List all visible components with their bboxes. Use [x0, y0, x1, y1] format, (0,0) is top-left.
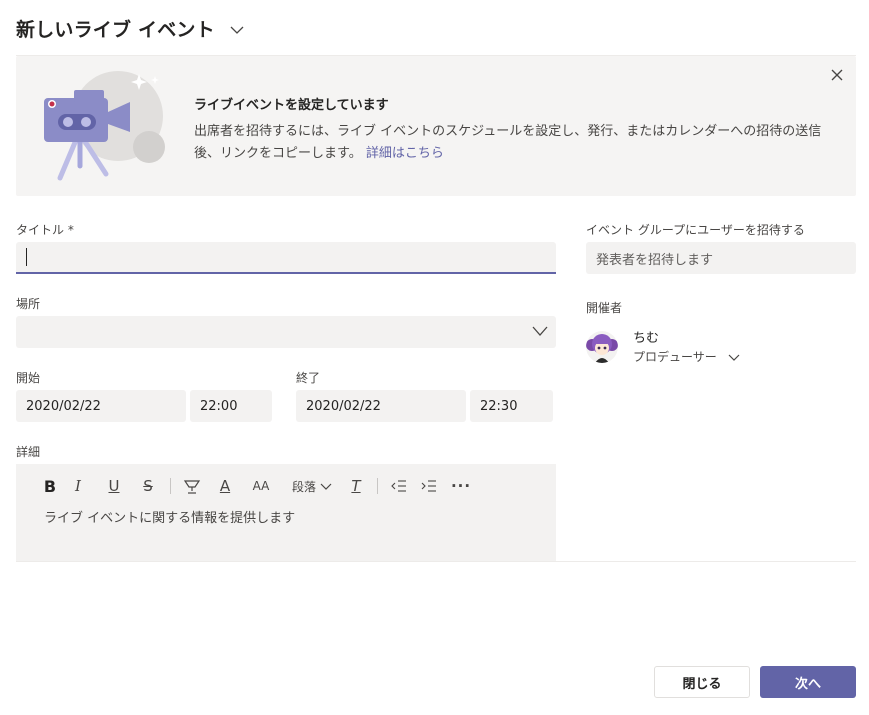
decrease-indent-button[interactable] [384, 475, 414, 497]
start-date-input[interactable]: 2020/02/22 [16, 390, 186, 422]
start-date-value: 2020/02/22 [26, 398, 101, 414]
chevron-down-icon [728, 354, 740, 361]
next-button[interactable]: 次へ [760, 666, 856, 698]
chevron-down-icon [532, 326, 548, 336]
end-label: 終了 [296, 371, 321, 385]
chevron-down-icon [320, 483, 332, 490]
invite-placeholder: 発表者を招待します [596, 252, 714, 268]
info-banner: ライブイベントを設定しています 出席者を招待するには、ライブ イベントのスケジュ… [16, 56, 856, 196]
underline-button[interactable]: U [96, 475, 132, 497]
dialog-title: 新しいライブ イベント [16, 18, 215, 41]
end-date-value: 2020/02/22 [306, 398, 381, 414]
close-button[interactable]: 閉じる [654, 666, 750, 698]
invite-presenters-input[interactable]: 発表者を招待します [586, 242, 856, 274]
organizer-role-dropdown[interactable]: プロデューサー [633, 348, 741, 365]
bold-button[interactable]: B [40, 475, 60, 497]
location-dropdown[interactable] [16, 316, 556, 348]
format-toolbar: B I U S A AA 段落 T ··· [40, 475, 478, 497]
text-cursor [26, 248, 27, 266]
end-date-input[interactable]: 2020/02/22 [296, 390, 466, 422]
title-input[interactable] [16, 242, 556, 274]
organizer-role: プロデューサー [633, 350, 717, 364]
form-divider [16, 561, 856, 562]
highlighter-icon [183, 480, 201, 494]
details-placeholder: ライブ イベントに関する情報を提供します [44, 511, 296, 526]
end-time-input[interactable]: 22:30 [470, 390, 553, 422]
camera-illustration-icon [44, 71, 165, 181]
chevron-down-icon[interactable] [229, 24, 245, 36]
start-time-value: 22:00 [200, 398, 238, 414]
indent-icon [421, 480, 436, 492]
avatar [586, 331, 618, 363]
dialog-header: 新しいライブ イベント [16, 14, 245, 42]
strikethrough-button[interactable]: S [132, 475, 164, 497]
banner-title: ライブイベントを設定しています [194, 98, 389, 113]
italic-button[interactable]: I [60, 475, 96, 497]
banner-description: 出席者を招待するには、ライブ イベントのスケジュールを設定し、発行、またはカレン… [194, 121, 834, 165]
start-label: 開始 [16, 371, 41, 385]
highlight-button[interactable] [177, 475, 207, 497]
more-options-button[interactable]: ··· [444, 475, 478, 497]
paragraph-label: 段落 [291, 479, 316, 494]
paragraph-dropdown[interactable]: 段落 [283, 475, 341, 497]
font-size-button[interactable]: AA [243, 475, 279, 497]
clear-formatting-button[interactable]: T [341, 475, 371, 497]
start-time-input[interactable]: 22:00 [190, 390, 272, 422]
invite-label: イベント グループにユーザーを招待する [586, 223, 805, 237]
close-icon[interactable] [830, 68, 844, 82]
details-editor[interactable]: B I U S A AA 段落 T ··· ライブ イベントに関する情報を提供し… [16, 464, 556, 561]
location-label: 場所 [16, 297, 41, 311]
end-time-value: 22:30 [480, 398, 518, 414]
title-label: タイトル * [16, 223, 74, 237]
organizer-label: 開催者 [586, 301, 623, 315]
details-label: 詳細 [16, 445, 41, 459]
font-color-button[interactable]: A [207, 475, 243, 497]
learn-more-link[interactable]: 詳細はこちら [366, 146, 444, 161]
toolbar-divider [170, 478, 171, 494]
toolbar-divider [377, 478, 378, 494]
outdent-icon [391, 480, 406, 492]
banner-text: 出席者を招待するには、ライブ イベントのスケジュールを設定し、発行、またはカレン… [194, 124, 822, 161]
organizer-name: ちむ [633, 331, 660, 346]
increase-indent-button[interactable] [414, 475, 444, 497]
